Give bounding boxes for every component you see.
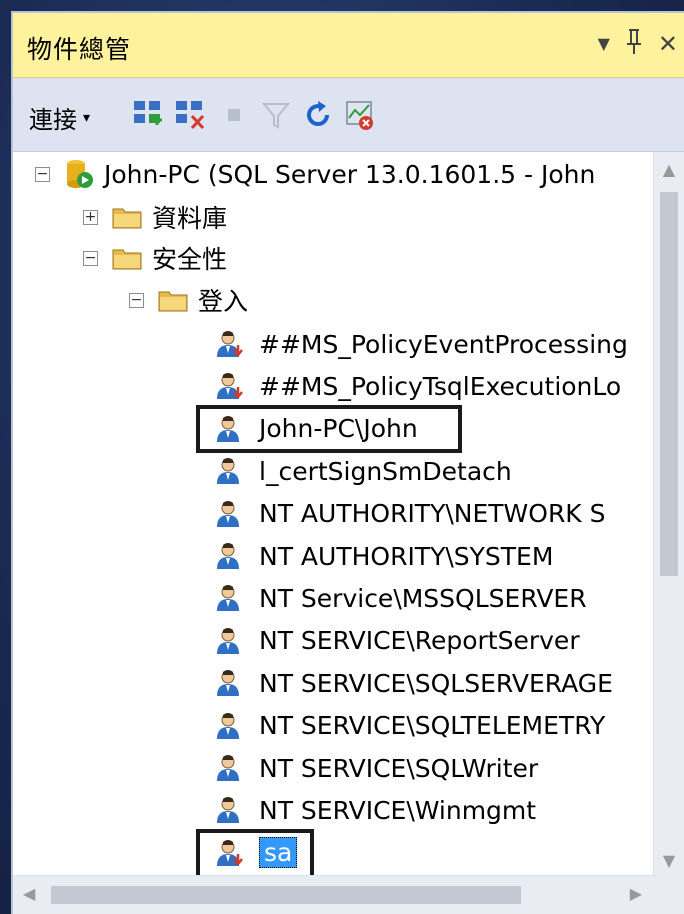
connect-object-explorer-icon[interactable] [131,98,165,132]
login-item[interactable]: NT SERVICE\SQLSERVERAGE [215,663,613,703]
object-explorer-panel: 物件總管 ▼ ✕ 連接 ▾ − John-PC (SQL Server 13.0… [11,11,684,914]
login-item[interactable]: NT AUTHORITY\NETWORK S [215,494,606,534]
horizontal-scrollbar[interactable]: ◀ ▶ [13,875,656,914]
disabled-login-icon [217,331,243,358]
folder-icon [112,208,142,229]
disabled-login-icon [217,373,243,400]
vertical-scrollbar[interactable]: ▲ ▼ [653,152,684,878]
login-icon [217,500,239,527]
login-item[interactable]: ##MS_PolicyEventProcessing [215,324,628,364]
login-item[interactable]: NT SERVICE\SQLTELEMETRY [215,706,605,746]
login-item[interactable]: NT SERVICE\SQLWriter [215,748,538,788]
object-explorer-tree: − John-PC (SQL Server 13.0.1601.5 - John… [13,152,684,914]
connect-label: 連接 [29,106,77,134]
stop-icon[interactable] [217,98,251,132]
scroll-up-icon[interactable]: ▲ [654,160,684,179]
highlight-box-john [196,405,462,453]
collapse-icon[interactable]: − [35,166,50,182]
tree-node-databases[interactable]: + 資料庫 [83,197,227,237]
panel-titlebar[interactable]: 物件總管 ▼ ✕ [13,13,684,78]
tree-node-server[interactable]: − John-PC (SQL Server 13.0.1601.5 - John [35,154,595,194]
login-label: NT SERVICE\Winmgmt [259,795,537,825]
login-icon [217,670,239,697]
horizontal-scroll-thumb[interactable] [51,886,521,904]
scroll-left-icon[interactable]: ◀ [23,884,35,903]
refresh-icon[interactable] [301,98,335,132]
login-label: l_certSignSmDetach [259,456,512,486]
login-icon [217,627,239,654]
disconnect-icon[interactable] [173,98,207,132]
tree-node-security[interactable]: − 安全性 [83,238,227,278]
titlebar-controls: ▼ ✕ [598,27,678,61]
activity-monitor-icon[interactable] [343,98,377,132]
login-label: NT AUTHORITY\SYSTEM [259,541,554,571]
login-item[interactable]: ##MS_PolicyTsqlExecutionLo [215,366,621,406]
login-item[interactable]: NT SERVICE\Winmgmt [215,790,536,830]
login-label: ##MS_PolicyEventProcessing [259,329,628,359]
window-position-dropdown-icon[interactable]: ▼ [598,27,610,61]
connect-dropdown-button[interactable]: 連接 ▾ [29,100,90,135]
explorer-toolbar: 連接 ▾ [13,78,684,152]
databases-label: 資料庫 [152,204,228,233]
folder-icon [112,249,142,270]
login-icon [217,712,239,739]
collapse-icon[interactable]: − [83,250,98,266]
login-label: NT SERVICE\SQLSERVERAGE [259,668,613,698]
login-label: ##MS_PolicyTsqlExecutionLo [259,371,622,401]
tree-node-logins[interactable]: − 登入 [129,280,248,320]
login-icon [217,797,239,824]
folder-icon [158,291,188,312]
server-label: John-PC (SQL Server 13.0.1601.5 - John [104,159,596,189]
pin-icon[interactable] [624,28,644,60]
login-icon [217,585,239,612]
scroll-down-icon[interactable]: ▼ [654,851,684,870]
filter-icon[interactable] [259,98,293,132]
expand-icon[interactable]: + [83,209,98,225]
scrollbar-corner [654,876,684,914]
login-item[interactable]: NT SERVICE\ReportServer [215,621,580,661]
sql-server-icon [67,160,93,188]
login-item[interactable]: NT Service\MSSQLSERVER [215,578,587,618]
login-item[interactable]: NT AUTHORITY\SYSTEM [215,536,553,576]
login-label: NT SERVICE\SQLWriter [259,753,539,783]
highlight-box-sa [196,829,314,881]
login-icon [217,458,239,485]
security-label: 安全性 [152,245,228,274]
collapse-icon[interactable]: − [129,292,144,308]
vertical-scroll-thumb[interactable] [660,192,678,576]
scroll-right-icon[interactable]: ▶ [630,884,642,903]
logins-label: 登入 [198,287,249,316]
login-icon [217,755,239,781]
login-icon [217,543,239,569]
panel-title: 物件總管 [27,35,132,64]
close-icon[interactable]: ✕ [658,27,678,61]
login-label: NT Service\MSSQLSERVER [259,583,587,613]
chevron-down-icon: ▾ [83,109,91,126]
login-label: NT SERVICE\ReportServer [259,626,580,656]
login-label: NT SERVICE\SQLTELEMETRY [259,711,606,741]
login-label: NT AUTHORITY\NETWORK S [259,499,606,529]
login-item[interactable]: l_certSignSmDetach [215,451,512,491]
